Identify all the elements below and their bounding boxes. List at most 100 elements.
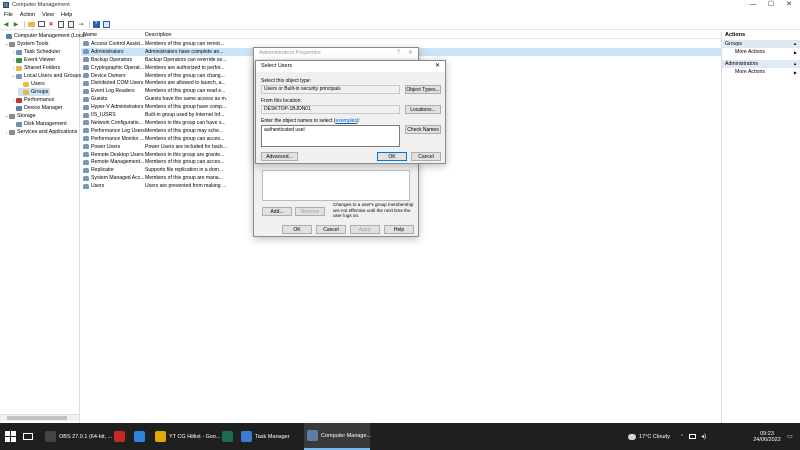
perf-icon [16, 97, 22, 103]
toolbar: ◀ ▶ ✕ ⇥ ? [0, 19, 800, 30]
help-icon[interactable]: ? [92, 20, 100, 28]
back-arrow-icon[interactable]: ◀ [2, 20, 10, 28]
clock[interactable]: 09:23 24/06/2022 [752, 423, 782, 450]
object-types-button[interactable]: Object Types... [405, 85, 441, 94]
tree-item-shared-folders[interactable]: › Shared Folders [11, 64, 60, 72]
clock-icon [16, 49, 22, 55]
menu-help[interactable]: Help [61, 12, 72, 18]
close-icon[interactable]: ✕ [408, 48, 413, 59]
group-name: Power Users [91, 143, 121, 150]
group-name: Performance Log Users [91, 127, 145, 134]
compmgmt-icon [307, 430, 318, 441]
cancel-button[interactable]: Cancel [411, 152, 441, 161]
advanced-button[interactable]: Advanced... [261, 152, 298, 161]
delete-icon[interactable]: ✕ [47, 20, 55, 28]
members-list[interactable] [262, 170, 410, 201]
locations-button[interactable]: Locations... [405, 105, 441, 114]
actions-section-groups[interactable]: Groups [722, 40, 800, 48]
notifications-icon[interactable]: ▭ [787, 423, 793, 450]
dialog-title: Administrators Properties [259, 50, 321, 56]
column-header-description[interactable]: Description [145, 32, 172, 38]
properties-icon[interactable] [57, 20, 65, 28]
help-icon[interactable]: ? [397, 48, 400, 59]
actions-section-administrators[interactable]: Administrators [722, 60, 800, 68]
tree-item-label: Services and Applications [17, 129, 78, 135]
computer-management-icon [3, 2, 9, 8]
tree-item-disk-management[interactable]: Disk Management [11, 120, 67, 128]
more-actions-groups[interactable]: More Actions [722, 48, 800, 57]
close-icon[interactable]: ✕ [435, 61, 440, 72]
up-folder-icon[interactable] [27, 20, 35, 28]
tree-item-computer-management[interactable]: Computer Management (Local [1, 32, 86, 40]
group-description: Members of this group can remot... [145, 40, 224, 47]
tree-item-performance[interactable]: › Performance [11, 96, 55, 104]
tree-horizontal-scrollbar[interactable] [0, 414, 79, 421]
add-button[interactable]: Add... [262, 207, 292, 216]
weather-text[interactable]: 17°C Cloudy [639, 434, 670, 440]
examples-link[interactable]: examples [335, 118, 356, 124]
group-name: Backup Operators [91, 56, 133, 63]
tree-item-users[interactable]: Users [18, 80, 45, 88]
taskbar-app[interactable] [219, 423, 237, 450]
tree-item-label: Shared Folders [24, 65, 61, 71]
object-type-field: Users or Built-in security principals [261, 85, 400, 94]
taskbar-app[interactable]: Task Manager [238, 423, 302, 450]
menu-view[interactable]: View [42, 12, 54, 18]
tree-item-services-and-applications[interactable]: › Services and Applications [4, 128, 78, 136]
taskbar-app[interactable]: YT CG Hitlist - Goo... [152, 423, 221, 450]
disk-icon [16, 121, 22, 127]
dialog-titlebar: Administrators Properties ? ✕ [254, 48, 418, 59]
object-names-input[interactable]: authenticated usel [261, 125, 400, 147]
tree-item-task-scheduler[interactable]: › Task Scheduler [11, 48, 60, 56]
group-icon [83, 41, 89, 47]
tree-item-groups[interactable]: Groups [18, 88, 50, 96]
tree-item-system-tools[interactable]: ⌄ System Tools [4, 40, 49, 48]
tree-item-device-manager[interactable]: Device Manager [11, 104, 63, 112]
refresh-icon[interactable] [67, 20, 75, 28]
export-icon[interactable]: ⇥ [77, 20, 85, 28]
tree-item-local-users-and-groups[interactable]: ⌄ Local Users and Groups [11, 72, 82, 80]
show-action-pane-icon[interactable] [102, 20, 110, 28]
check-names-button[interactable]: Check Names [405, 125, 441, 134]
volume-icon[interactable]: ◂) [701, 433, 706, 440]
column-header-name[interactable]: Name [83, 32, 97, 38]
menu-action[interactable]: Action [20, 12, 35, 18]
more-actions-administrators[interactable]: More Actions [722, 68, 800, 77]
forward-arrow-icon[interactable]: ▶ [12, 20, 20, 28]
taskbar-app[interactable]: OBS 27.0.1 (64-bit, ... [42, 423, 112, 450]
task-view-icon[interactable] [23, 423, 33, 450]
window-titlebar: Computer Management — ☐ ✕ [0, 0, 800, 10]
start-button[interactable] [5, 423, 16, 450]
group-icon [83, 104, 89, 110]
close-button[interactable]: ✕ [780, 0, 798, 10]
ok-button[interactable]: OK [377, 152, 407, 161]
tree-item-label: Local Users and Groups [24, 73, 82, 79]
apply-button[interactable]: Apply [350, 225, 380, 234]
weather-icon [628, 433, 636, 440]
group-icon [83, 159, 89, 165]
group-description: Supports file replication in a dom... [145, 167, 224, 174]
taskbar-app[interactable]: Computer Manage... [304, 423, 371, 450]
show-hide-tree-icon[interactable] [37, 20, 45, 28]
help-button[interactable]: Help [384, 225, 414, 234]
group-name: Event Log Readers [91, 88, 135, 95]
scrollbar-thumb[interactable] [7, 416, 67, 420]
list-header: Name Description [81, 31, 721, 39]
tree-item-storage[interactable]: ⌄ Storage [4, 112, 36, 120]
dialog-title: Select Users [261, 63, 293, 69]
minimize-button[interactable]: — [744, 0, 762, 10]
tree-item-event-viewer[interactable]: › Event Viewer [11, 56, 55, 64]
group-name: Distributed COM Users [91, 80, 144, 87]
taskbar-app[interactable] [111, 423, 129, 450]
taskbar: OBS 27.0.1 (64-bit, ... YT CG Hitlist - G… [0, 423, 800, 450]
ok-button[interactable]: OK [282, 225, 312, 234]
cancel-button[interactable]: Cancel [316, 225, 346, 234]
network-icon[interactable] [689, 434, 697, 439]
taskbar-app[interactable] [131, 423, 149, 450]
maximize-button[interactable]: ☐ [762, 0, 780, 10]
menu-file[interactable]: File [4, 12, 13, 18]
folder-icon [23, 89, 29, 95]
remove-button[interactable]: Remove [295, 207, 325, 216]
group-name: Replicator [91, 167, 114, 174]
show-hidden-icons-icon[interactable]: ⌃ [680, 434, 684, 440]
